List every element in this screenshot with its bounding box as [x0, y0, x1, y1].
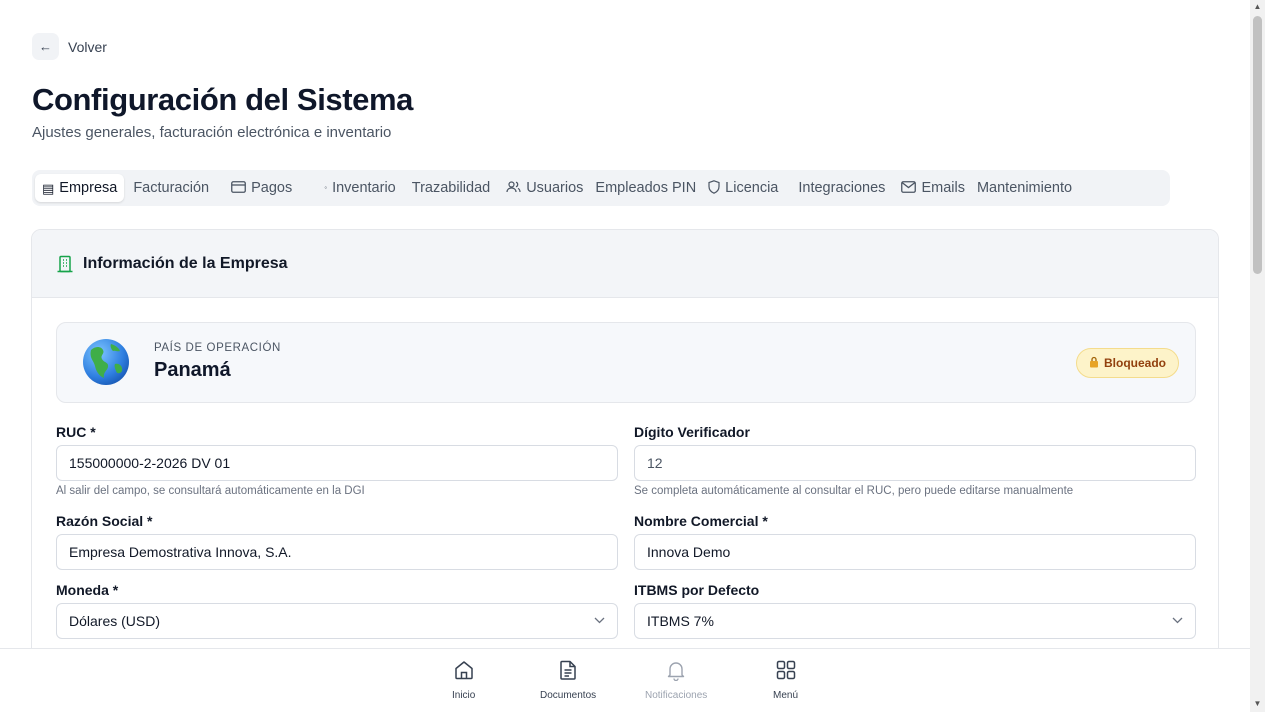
itbms-select[interactable]: ITBMS 7%	[634, 603, 1196, 639]
nav-documentos[interactable]: Documentos	[540, 659, 596, 701]
page-title: Configuración del Sistema	[32, 82, 414, 117]
tab-integraciones[interactable]: Integraciones	[791, 174, 892, 202]
tab-label: Facturación	[133, 180, 210, 196]
tab-facturacion[interactable]: Facturación	[126, 174, 216, 202]
tab-label: Mantenimiento	[976, 180, 1073, 196]
tab-label: Empleados PIN	[595, 180, 697, 196]
nav-label: Inicio	[452, 690, 476, 701]
tab-label: Integraciones	[798, 180, 886, 196]
moneda-select[interactable]: Dólares (USD)	[56, 603, 618, 639]
razon-social-input[interactable]: Empresa Demostrativa Innova, S.A.	[56, 534, 618, 570]
nombre-comercial-field: Nombre Comercial * Innova Demo	[634, 513, 1196, 570]
document-icon	[557, 659, 579, 686]
bottom-nav: Inicio Documentos Notificaciones Menú	[0, 648, 1250, 712]
globe-icon	[83, 339, 129, 385]
chevron-down-icon	[594, 615, 605, 627]
nav-notificaciones[interactable]: Notificaciones	[645, 659, 707, 701]
country-label: PAÍS DE OPERACIÓN	[154, 342, 281, 354]
tab-trazabilidad[interactable]: Trazabilidad	[405, 174, 497, 202]
tab-empresa[interactable]: ▤ Empresa	[35, 174, 125, 202]
moneda-label: Moneda *	[56, 582, 119, 598]
tab-label: Pagos	[251, 180, 293, 196]
country-panel: PAÍS DE OPERACIÓN Panamá Bloqueado	[56, 322, 1196, 403]
itbms-label: ITBMS por Defecto	[634, 582, 760, 598]
ruc-help: Al salir del campo, se consultará automá…	[56, 485, 365, 497]
building-icon: ▤	[42, 180, 55, 196]
chevron-down-icon	[1172, 615, 1183, 627]
itbms-value: ITBMS 7%	[647, 613, 714, 629]
users-icon	[506, 181, 521, 195]
lock-icon	[1089, 356, 1099, 371]
nav-label: Notificaciones	[645, 690, 708, 701]
tab-mantenimiento[interactable]: Mantenimiento	[974, 174, 1075, 202]
shield-icon	[708, 180, 720, 196]
tab-inventario[interactable]: ◦ Inventario	[317, 174, 403, 202]
razon-social-field: Razón Social * Empresa Demostrativa Inno…	[56, 513, 618, 570]
nombre-comercial-label: Nombre Comercial *	[634, 513, 768, 529]
settings-tabs: ▤ Empresa Facturación Pagos ◦ Inventario…	[32, 170, 1170, 206]
dv-field: Dígito Verificador 12 Se completa automá…	[634, 424, 1196, 497]
dv-input[interactable]: 12	[634, 445, 1196, 481]
card-title: Información de la Empresa	[83, 254, 288, 272]
dot-icon: ◦	[324, 183, 328, 192]
mail-icon	[901, 181, 917, 195]
country-name: Panamá	[154, 359, 231, 381]
tab-pagos[interactable]: Pagos	[224, 174, 299, 202]
tab-label: Usuarios	[526, 180, 584, 196]
dv-help: Se completa automáticamente al consultar…	[634, 485, 1074, 497]
nav-menu[interactable]: Menú	[773, 659, 798, 701]
tab-label: Emails	[921, 180, 965, 196]
tab-label: Licencia	[725, 180, 779, 196]
dv-label: Dígito Verificador	[634, 424, 750, 440]
building-icon	[56, 255, 74, 273]
tab-empleados-pin[interactable]: Empleados PIN	[592, 174, 699, 202]
page-subtitle: Ajustes generales, facturación electróni…	[32, 124, 392, 141]
bell-icon	[665, 659, 687, 686]
tab-emails[interactable]: Emails	[894, 174, 972, 202]
home-icon	[453, 659, 475, 686]
nav-inicio[interactable]: Inicio	[452, 659, 475, 701]
arrow-left-icon: ←	[32, 33, 59, 60]
nav-label: Documentos	[540, 690, 597, 701]
locked-badge: Bloqueado	[1076, 348, 1179, 378]
settings-page: ← Volver Configuración del Sistema Ajust…	[0, 0, 1250, 712]
ruc-field: RUC * 155000000-2-2026 DV 01 Al salir de…	[56, 424, 618, 497]
nav-label: Menú	[773, 690, 799, 701]
scroll-up-icon[interactable]: ▲	[1253, 3, 1262, 11]
itbms-field: ITBMS por Defecto ITBMS 7%	[634, 582, 1196, 639]
scrollbar-thumb[interactable]	[1253, 16, 1262, 274]
tab-usuarios[interactable]: Usuarios	[499, 174, 590, 202]
back-button[interactable]: ← Volver	[32, 33, 107, 60]
tab-label: Empresa	[59, 180, 118, 196]
back-label: Volver	[68, 38, 107, 55]
ruc-label: RUC *	[56, 424, 96, 440]
locked-label: Bloqueado	[1104, 356, 1166, 370]
card-header: Información de la Empresa	[32, 230, 1218, 298]
moneda-value: Dólares (USD)	[69, 613, 161, 629]
scrollbar[interactable]: ▲ ▼	[1250, 0, 1265, 712]
company-info-card: Información de la Empresa PAÍS DE OPERAC…	[31, 229, 1219, 669]
ruc-input[interactable]: 155000000-2-2026 DV 01	[56, 445, 618, 481]
tab-label: Inventario	[332, 180, 396, 196]
moneda-field: Moneda * Dólares (USD)	[56, 582, 618, 639]
nombre-comercial-input[interactable]: Innova Demo	[634, 534, 1196, 570]
credit-card-icon	[231, 181, 246, 195]
tab-label: Trazabilidad	[411, 180, 491, 196]
grid-icon	[775, 659, 797, 686]
tab-licencia[interactable]: Licencia	[701, 174, 785, 202]
razon-social-label: Razón Social *	[56, 513, 153, 529]
scroll-down-icon[interactable]: ▼	[1253, 700, 1262, 708]
